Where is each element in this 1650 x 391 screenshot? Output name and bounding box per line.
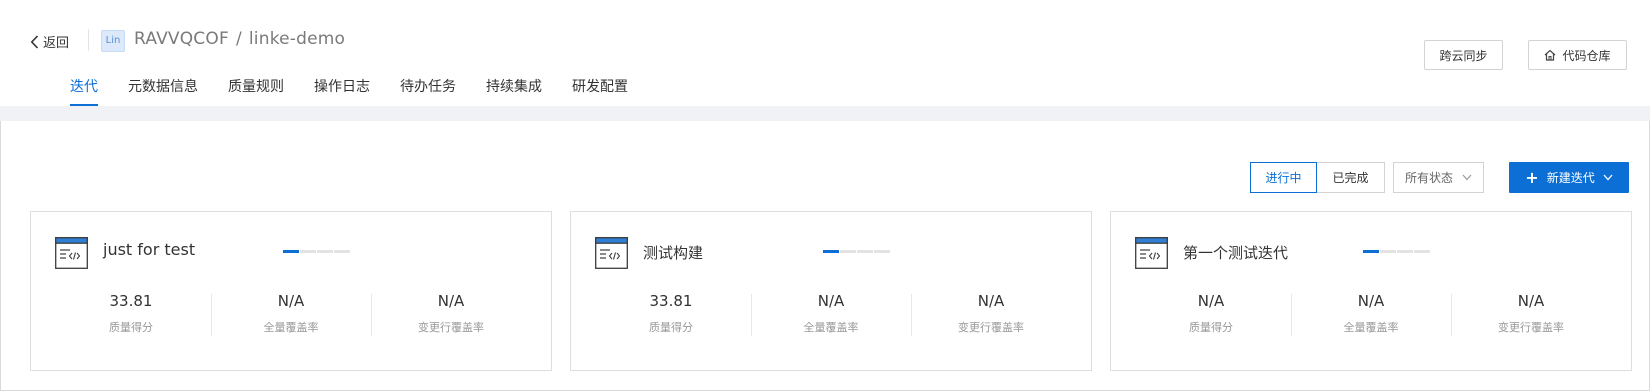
progress-segment bbox=[1380, 250, 1396, 253]
stat-label: 变更行覆盖率 bbox=[1498, 321, 1564, 334]
in-progress-button[interactable]: 进行中 bbox=[1250, 162, 1317, 193]
iteration-title[interactable]: 第一个测试迭代 bbox=[1183, 242, 1288, 263]
code-window-icon bbox=[55, 237, 88, 269]
stat-value: N/A bbox=[817, 292, 845, 310]
progress-segment bbox=[334, 250, 350, 253]
iteration-card[interactable]: just for test 33.81 质量得分 N/A 全量覆盖率 N/A 变更行覆盖率 bbox=[30, 211, 552, 371]
stat-value: N/A bbox=[1197, 292, 1225, 310]
stat-item: N/A 全量覆盖率 bbox=[211, 290, 371, 336]
stat-item: N/A 全量覆盖率 bbox=[751, 290, 911, 336]
back-button[interactable]: 返回 bbox=[30, 32, 69, 51]
code-window-icon bbox=[595, 237, 628, 269]
code-window-icon bbox=[1135, 237, 1168, 269]
tab-quality-rules[interactable]: 质量规则 bbox=[228, 76, 284, 106]
stat-label: 变更行覆盖率 bbox=[958, 321, 1024, 334]
code-repo-label: 代码仓库 bbox=[1562, 48, 1611, 63]
stat-item: N/A 全量覆盖率 bbox=[1291, 290, 1451, 336]
status-filter-select[interactable]: 所有状态 bbox=[1393, 162, 1484, 193]
back-label: 返回 bbox=[43, 36, 70, 51]
progress-segment bbox=[857, 250, 873, 253]
progress-segment bbox=[1397, 250, 1413, 253]
stat-label: 质量得分 bbox=[649, 321, 693, 334]
stat-value: 33.81 bbox=[109, 292, 153, 310]
progress-segment bbox=[283, 250, 299, 253]
tab-bar: 迭代 元数据信息 质量规则 操作日志 待办任务 持续集成 研发配置 bbox=[70, 76, 658, 106]
chevron-left-icon bbox=[30, 34, 39, 49]
breadcrumb-repo: linke-demo bbox=[248, 29, 346, 49]
iteration-icon bbox=[1135, 237, 1168, 273]
progress-segment bbox=[874, 250, 890, 253]
iteration-icon bbox=[595, 237, 628, 273]
progress-segment bbox=[840, 250, 856, 253]
tab-ci[interactable]: 持续集成 bbox=[486, 76, 542, 106]
header-divider bbox=[88, 29, 89, 51]
iteration-progress bbox=[823, 250, 891, 253]
progress-segment bbox=[1414, 250, 1430, 253]
iteration-stats: 33.81 质量得分 N/A 全量覆盖率 N/A 变更行覆盖率 bbox=[571, 290, 1091, 336]
progress-segment bbox=[317, 250, 333, 253]
stat-label: 质量得分 bbox=[109, 321, 153, 334]
iteration-stats: 33.81 质量得分 N/A 全量覆盖率 N/A 变更行覆盖率 bbox=[31, 290, 551, 336]
tab-iterations[interactable]: 迭代 bbox=[70, 76, 98, 106]
stat-value: N/A bbox=[1357, 292, 1385, 310]
tab-operation-log[interactable]: 操作日志 bbox=[314, 76, 370, 106]
stat-item: N/A 变更行覆盖率 bbox=[371, 290, 531, 336]
status-filter-value: 所有状态 bbox=[1405, 171, 1454, 185]
iteration-stats: N/A 质量得分 N/A 全量覆盖率 N/A 变更行覆盖率 bbox=[1111, 290, 1631, 336]
tab-dev-config[interactable]: 研发配置 bbox=[572, 76, 628, 106]
stat-label: 全量覆盖率 bbox=[263, 321, 319, 334]
iteration-title[interactable]: 测试构建 bbox=[643, 242, 703, 263]
cross-cloud-sync-button[interactable]: 跨云同步 bbox=[1424, 40, 1503, 70]
stat-label: 变更行覆盖率 bbox=[418, 321, 484, 334]
iteration-card[interactable]: 测试构建 33.81 质量得分 N/A 全量覆盖率 N/A 变更行覆盖率 bbox=[570, 211, 1092, 371]
stat-label: 全量覆盖率 bbox=[1343, 321, 1399, 334]
stat-value: N/A bbox=[1517, 292, 1545, 310]
stat-item: N/A 变更行覆盖率 bbox=[911, 290, 1071, 336]
stat-item: 33.81 质量得分 bbox=[591, 290, 751, 335]
stat-label: 全量覆盖率 bbox=[803, 321, 859, 334]
iteration-icon bbox=[55, 237, 88, 273]
tab-todo-tasks[interactable]: 待办任务 bbox=[400, 76, 456, 106]
stat-item: 33.81 质量得分 bbox=[51, 290, 211, 335]
chevron-down-icon bbox=[1603, 174, 1613, 181]
progress-segment bbox=[823, 250, 839, 253]
stat-value: N/A bbox=[977, 292, 1005, 310]
new-iteration-button[interactable]: + 新建迭代 bbox=[1509, 162, 1629, 193]
breadcrumb-separator: / bbox=[235, 29, 242, 49]
stat-label: 质量得分 bbox=[1189, 321, 1233, 334]
progress-segment bbox=[300, 250, 316, 253]
chevron-down-icon bbox=[1462, 174, 1472, 181]
new-iteration-label: 新建迭代 bbox=[1546, 171, 1595, 185]
page-header: 返回 Lin RAVVQCOF / linke-demo 迭代 元数据信息 质量规则… bbox=[0, 0, 1650, 106]
stat-value: N/A bbox=[437, 292, 465, 310]
completed-button[interactable]: 已完成 bbox=[1317, 162, 1385, 193]
iteration-progress bbox=[283, 250, 351, 253]
progress-segment bbox=[1363, 250, 1379, 253]
stat-item: N/A 变更行覆盖率 bbox=[1451, 290, 1611, 336]
section-divider-band bbox=[0, 106, 1650, 121]
code-repo-button[interactable]: 代码仓库 bbox=[1528, 40, 1627, 70]
iteration-title[interactable]: just for test bbox=[103, 240, 195, 259]
breadcrumb-project[interactable]: RAVVQCOF bbox=[134, 29, 229, 49]
iteration-progress bbox=[1363, 250, 1431, 253]
iteration-state-toggle: 进行中 已完成 bbox=[1250, 162, 1385, 193]
home-icon bbox=[1545, 49, 1556, 61]
iteration-card[interactable]: 第一个测试迭代 N/A 质量得分 N/A 全量覆盖率 N/A 变更行覆盖率 bbox=[1110, 211, 1632, 371]
breadcrumb: RAVVQCOF / linke-demo bbox=[134, 29, 345, 49]
cross-cloud-sync-label: 跨云同步 bbox=[1439, 48, 1488, 63]
plus-icon: + bbox=[1525, 167, 1539, 187]
project-avatar: Lin bbox=[101, 30, 125, 52]
stat-value: N/A bbox=[277, 292, 305, 310]
stat-item: N/A 质量得分 bbox=[1131, 290, 1291, 335]
stat-value: 33.81 bbox=[649, 292, 693, 310]
tab-metadata[interactable]: 元数据信息 bbox=[128, 76, 198, 106]
